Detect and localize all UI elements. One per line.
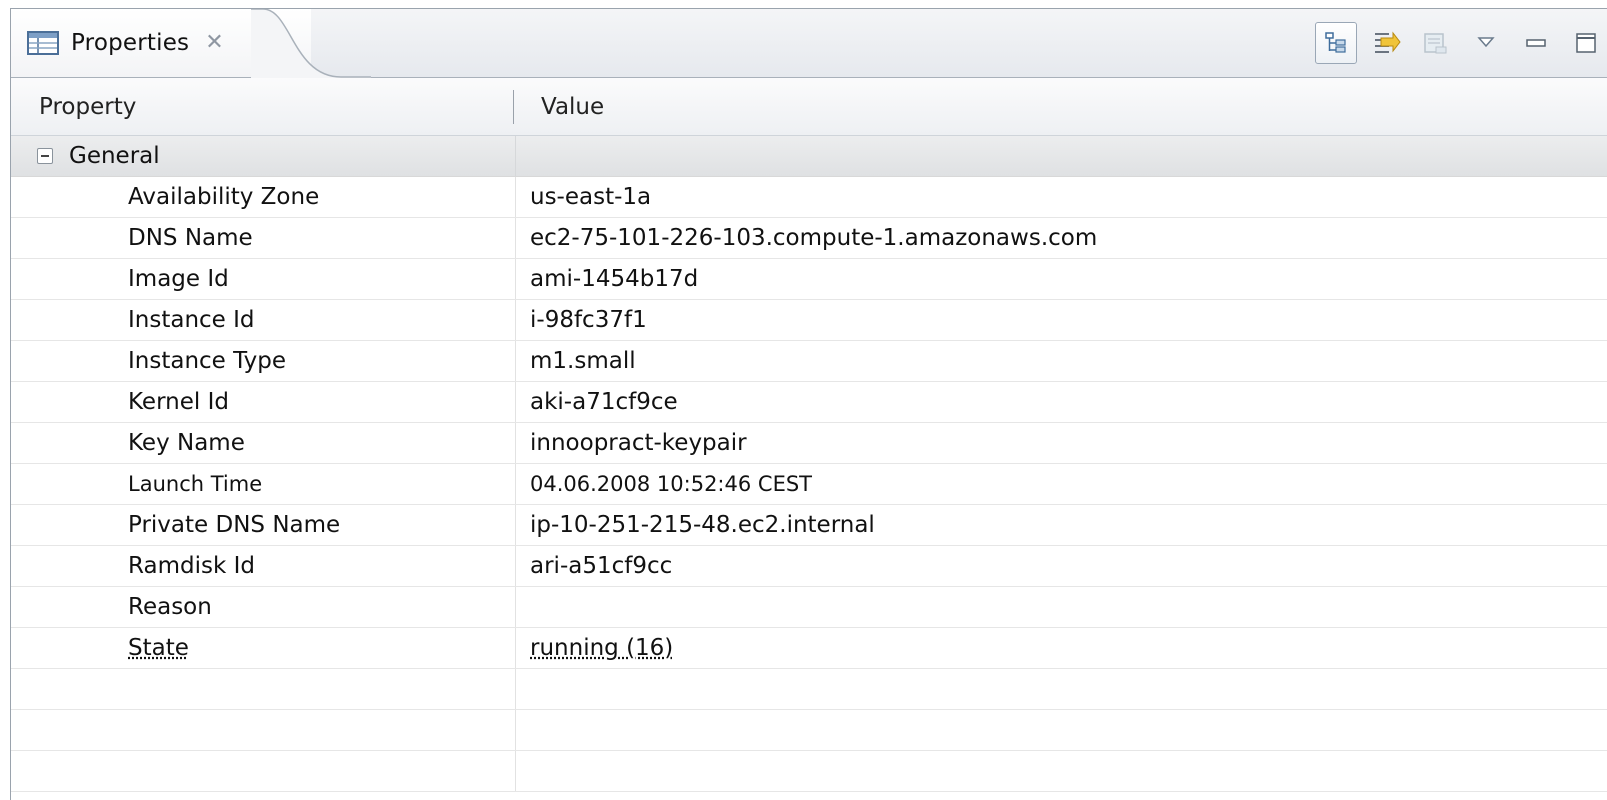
filter-advanced-icon — [1375, 31, 1401, 53]
table-header: Property Value — [11, 78, 1607, 136]
view-toolbar — [1307, 21, 1607, 65]
column-divider — [515, 587, 516, 627]
restore-default-icon — [1424, 33, 1447, 54]
properties-view-icon — [27, 31, 59, 55]
table-row[interactable]: Instance Id i-98fc37f1 — [11, 300, 1607, 341]
property-value[interactable]: innoopract-keypair — [530, 423, 747, 463]
property-value[interactable]: aki-a71cf9ce — [530, 382, 678, 422]
tab-curve — [251, 9, 371, 78]
property-name: Kernel Id — [128, 389, 229, 415]
table-row[interactable]: Launch Time 04.06.2008 10:52:46 CEST — [11, 464, 1607, 505]
table-row[interactable]: Instance Type m1.small — [11, 341, 1607, 382]
column-divider — [515, 628, 516, 668]
collapse-toggle-icon[interactable] — [37, 148, 53, 164]
property-name: Instance Type — [128, 348, 286, 374]
category-row-general[interactable]: General — [11, 136, 1607, 177]
show-advanced-properties-button[interactable] — [1365, 22, 1407, 64]
property-name: Instance Id — [128, 307, 255, 333]
property-value[interactable]: ari-a51cf9cc — [530, 546, 672, 586]
property-name: DNS Name — [128, 225, 253, 251]
property-value[interactable]: running (16) — [530, 628, 673, 668]
table-row[interactable]: Key Name innoopract-keypair — [11, 423, 1607, 464]
properties-view: Properties ✕ Property Value General Avai… — [10, 8, 1607, 800]
column-divider — [515, 546, 516, 586]
category-label: General — [69, 143, 160, 169]
column-divider — [515, 751, 516, 791]
property-name: Availability Zone — [128, 184, 320, 210]
view-tab-bar: Properties ✕ — [11, 9, 1607, 78]
property-value[interactable]: 04.06.2008 10:52:46 CEST — [530, 464, 812, 504]
column-divider — [515, 300, 516, 340]
column-divider — [515, 710, 516, 750]
minimize-button[interactable] — [1515, 22, 1557, 64]
property-name: Key Name — [128, 430, 245, 456]
column-resize-handle[interactable] — [513, 90, 514, 124]
property-name: Ramdisk Id — [128, 553, 255, 579]
restore-default-value-button[interactable] — [1415, 22, 1457, 64]
property-name: Launch Time — [128, 472, 263, 496]
column-divider — [515, 341, 516, 381]
empty-row — [11, 710, 1607, 751]
view-menu-button[interactable] — [1465, 22, 1507, 64]
empty-row — [11, 669, 1607, 710]
property-rows: General Availability Zone us-east-1a DNS… — [11, 136, 1607, 792]
column-header-value[interactable]: Value — [541, 78, 604, 135]
property-value[interactable]: us-east-1a — [530, 177, 651, 217]
property-value[interactable]: m1.small — [530, 341, 636, 381]
column-divider — [515, 423, 516, 463]
table-row[interactable]: Private DNS Name ip-10-251-215-48.ec2.in… — [11, 505, 1607, 546]
column-divider — [515, 259, 516, 299]
empty-row — [11, 751, 1607, 792]
table-row[interactable]: Image Id ami-1454b17d — [11, 259, 1607, 300]
table-row[interactable]: Reason — [11, 587, 1607, 628]
column-divider — [515, 382, 516, 422]
show-categories-button[interactable] — [1315, 22, 1357, 64]
column-divider — [515, 218, 516, 258]
column-divider — [515, 669, 516, 709]
property-value[interactable]: ami-1454b17d — [530, 259, 698, 299]
table-row[interactable]: Ramdisk Id ari-a51cf9cc — [11, 546, 1607, 587]
chevron-down-icon — [1477, 37, 1495, 48]
maximize-button[interactable] — [1565, 22, 1607, 64]
column-divider — [515, 464, 516, 504]
property-name: State — [128, 635, 189, 661]
column-divider — [515, 505, 516, 545]
table-row[interactable]: DNS Name ec2-75-101-226-103.compute-1.am… — [11, 218, 1607, 259]
table-row[interactable]: Availability Zone us-east-1a — [11, 177, 1607, 218]
property-name: Private DNS Name — [128, 512, 341, 538]
property-value[interactable]: ip-10-251-215-48.ec2.internal — [530, 505, 875, 545]
column-header-property[interactable]: Property — [39, 78, 136, 135]
property-name: Image Id — [128, 266, 229, 292]
maximize-icon — [1576, 33, 1596, 53]
tree-categories-icon — [1325, 32, 1346, 53]
table-row[interactable]: State running (16) — [11, 628, 1607, 669]
property-value[interactable]: ec2-75-101-226-103.compute-1.amazonaws.c… — [530, 218, 1097, 258]
property-name: Reason — [128, 594, 212, 620]
column-divider — [515, 177, 516, 217]
tab-label: Properties — [71, 30, 190, 56]
table-row[interactable]: Kernel Id aki-a71cf9ce — [11, 382, 1607, 423]
close-tab-icon[interactable]: ✕ — [205, 32, 223, 54]
minimize-icon — [1526, 39, 1546, 47]
column-divider — [515, 136, 516, 176]
property-value[interactable]: i-98fc37f1 — [530, 300, 647, 340]
